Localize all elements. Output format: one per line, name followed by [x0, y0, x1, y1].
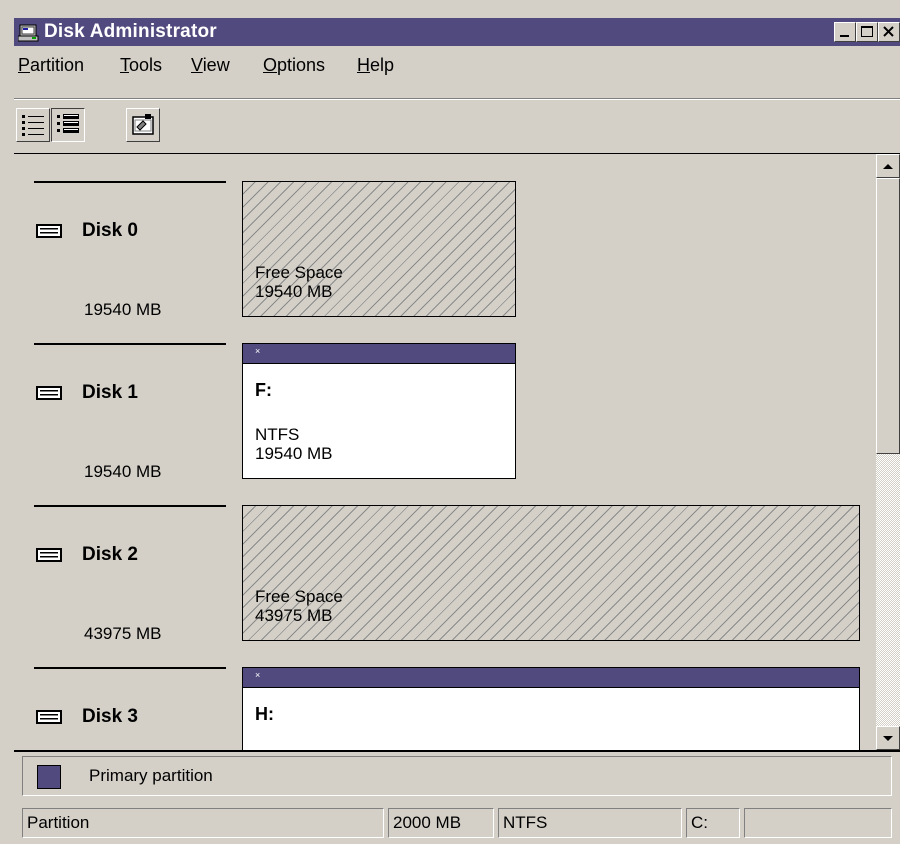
status-drive-letter: C: [686, 808, 740, 838]
partition-drive-letter: H: [255, 704, 274, 724]
legend-label: Primary partition [89, 766, 213, 785]
hard-disk-icon [36, 548, 62, 562]
status-volume-label [744, 808, 892, 838]
properties-button[interactable] [126, 108, 160, 142]
disk-2-free-space[interactable]: Free Space 43975 MB [242, 505, 860, 641]
menu-help[interactable]: Help [357, 55, 394, 76]
partition-marker: × [255, 346, 261, 356]
partition-size: 19540 MB [255, 444, 333, 463]
maximize-button[interactable] [856, 22, 878, 42]
minimize-icon [840, 35, 849, 37]
menu-partition[interactable]: Partition [18, 55, 84, 76]
primary-partition-swatch [37, 765, 61, 789]
hard-disk-icon [36, 386, 62, 400]
menu-view[interactable]: View [191, 55, 230, 76]
volumes-view-button[interactable] [16, 108, 50, 142]
disk-configuration-view-button[interactable] [51, 108, 85, 142]
menu-options[interactable]: Options [263, 55, 325, 76]
disk-row-divider [34, 343, 226, 345]
volumes-view-icon [22, 115, 44, 136]
status-file-system: NTFS [498, 808, 682, 838]
disk-1-name[interactable]: Disk 1 [82, 382, 138, 404]
disk-3-name[interactable]: Disk 3 [82, 706, 138, 728]
partition-marker: × [255, 670, 261, 680]
arrow-up-icon [883, 164, 893, 169]
disk-1-primary-partition[interactable]: × F: NTFS 19540 MB [242, 343, 516, 479]
close-icon [883, 26, 894, 37]
content-separator [14, 750, 900, 752]
disk-administrator-icon[interactable] [17, 22, 40, 42]
status-partition-size: 2000 MB [388, 808, 494, 838]
arrow-down-icon [883, 736, 893, 741]
properties-icon [132, 114, 154, 135]
disk-configuration-view-icon [57, 114, 79, 133]
menu-bar: Partition Tools View Options Help [14, 48, 900, 82]
disk-row-divider [34, 667, 226, 669]
hard-disk-icon [36, 710, 62, 724]
partition-label: Free Space [255, 587, 343, 606]
maximize-icon [861, 26, 873, 37]
disk-0-free-space[interactable]: Free Space 19540 MB [242, 181, 516, 317]
menu-tools[interactable]: Tools [120, 55, 162, 76]
disk-2-name[interactable]: Disk 2 [82, 544, 138, 566]
close-button[interactable] [878, 22, 900, 42]
scroll-down-button[interactable] [876, 726, 900, 750]
partition-file-system: NTFS [255, 425, 300, 444]
primary-partition-bar: × [243, 344, 515, 364]
disk-2-size: 43975 MB [84, 624, 162, 643]
hard-disk-icon [36, 224, 62, 238]
disk-0-size: 19540 MB [84, 300, 162, 319]
partition-label: Free Space [255, 263, 343, 282]
window-title: Disk Administrator [44, 21, 217, 42]
partition-size: 43975 MB [255, 606, 333, 625]
legend: Primary partition [22, 756, 892, 796]
disk-3-primary-partition[interactable]: × H: [242, 667, 860, 750]
scroll-thumb[interactable] [876, 178, 900, 454]
disk-row-divider [34, 181, 226, 183]
partition-drive-letter: F: [255, 380, 272, 400]
menu-separator [14, 98, 900, 100]
disk-row-divider [34, 505, 226, 507]
partition-size: 19540 MB [255, 282, 333, 301]
vertical-scrollbar[interactable] [876, 154, 900, 750]
primary-partition-bar: × [243, 668, 859, 688]
disk-1-size: 19540 MB [84, 462, 162, 481]
title-bar[interactable]: Disk Administrator [14, 18, 900, 46]
disk-0-name[interactable]: Disk 0 [82, 220, 138, 242]
scroll-up-button[interactable] [876, 154, 900, 178]
disk-configuration-area: Disk 0 19540 MB Free Space 19540 MB Disk… [14, 154, 876, 750]
status-partition-type: Partition [22, 808, 384, 838]
minimize-button[interactable] [834, 22, 856, 42]
disk-administrator-window: Disk Administrator Partition Tools View … [14, 18, 900, 844]
